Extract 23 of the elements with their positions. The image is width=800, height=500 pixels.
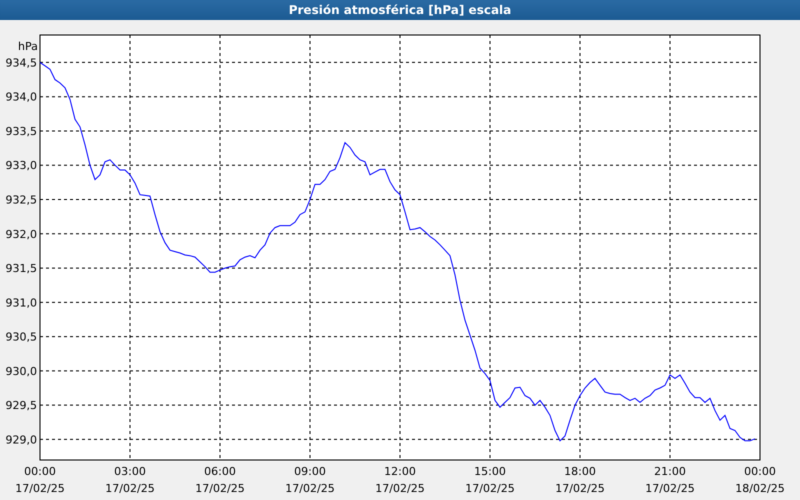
axis-label: 930,5 <box>6 330 37 344</box>
axis-label: 934,5 <box>6 56 37 70</box>
axis-label: 932,5 <box>6 194 37 207</box>
axis-label: 18:00 17/02/25 <box>555 465 605 495</box>
axis-label: 15:00 17/02/25 <box>465 465 515 495</box>
chart-title: Presión atmosférica [hPa] escala <box>0 0 800 20</box>
axis-label: 929,5 <box>6 399 37 412</box>
axis-label: 934,0 <box>6 90 37 104</box>
axis-label: 933,5 <box>6 124 37 138</box>
axis-label: 00:00 17/02/25 <box>15 465 65 495</box>
axis-label: 931,0 <box>6 296 37 310</box>
axis-label: 930,0 <box>6 364 37 378</box>
axis-label: 931,5 <box>6 262 37 276</box>
axis-label: 12:00 17/02/25 <box>375 465 425 495</box>
axis-label: 00:00 18/02/25 <box>735 465 785 495</box>
axis-title: hPa <box>18 40 38 53</box>
axis-label: 933,0 <box>6 159 37 172</box>
axis-label: 929,0 <box>6 433 37 446</box>
axis-label: 932,0 <box>6 228 37 241</box>
axis-label: 21:00 17/02/25 <box>645 465 695 495</box>
axis-label: 03:00 17/02/25 <box>105 465 155 495</box>
axis-label: 09:00 17/02/25 <box>285 465 335 495</box>
axis-label: 06:00 17/02/25 <box>195 465 245 495</box>
